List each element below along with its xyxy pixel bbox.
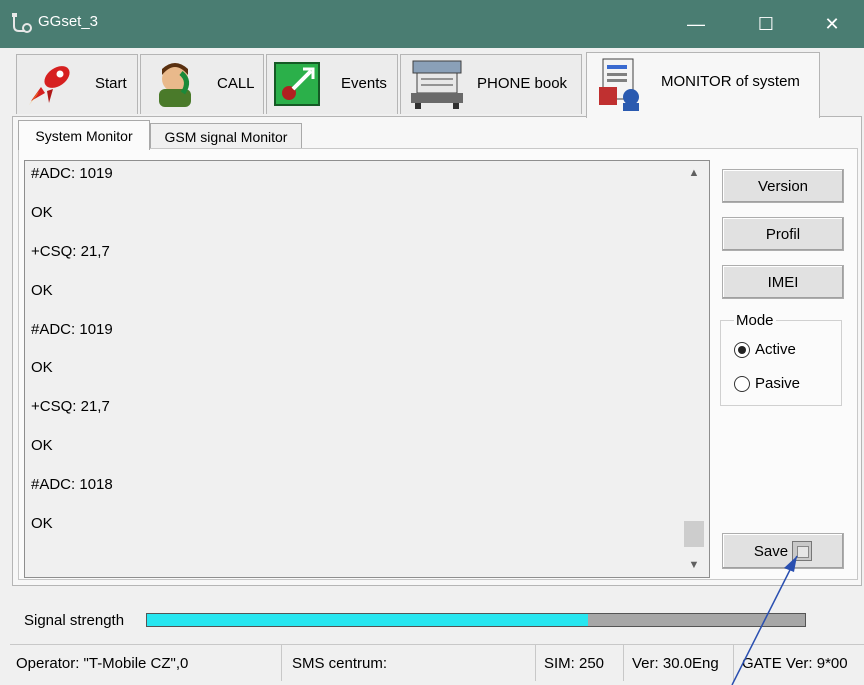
status-gate-version: GATE Ver: 9*00 (742, 654, 848, 672)
radio-unchecked-icon[interactable] (734, 375, 750, 392)
mode-groupbox (720, 320, 842, 406)
log-line: #ADC: 1018 (31, 476, 113, 493)
log-line: +CSQ: 21,7 (31, 243, 110, 260)
log-output[interactable]: #ADC: 1019 OK +CSQ: 21,7 OK #ADC: 1019 O… (24, 160, 710, 578)
radio-active[interactable]: Active (734, 341, 796, 358)
log-line: OK (31, 437, 53, 454)
title-bar[interactable]: GGset_3 — ☐ ✕ (0, 0, 864, 48)
status-sim: SIM: 250 (538, 645, 624, 681)
radio-pasive-label: Pasive (755, 375, 801, 392)
maximize-button[interactable]: ☐ (742, 0, 790, 48)
tab-start-label: Start (95, 75, 127, 92)
signal-strength-fill (147, 614, 588, 626)
log-line: #ADC: 1019 (31, 321, 113, 338)
signal-strength-bar (146, 613, 806, 627)
phone-call-icon (159, 63, 191, 107)
tab-events[interactable]: Events (266, 54, 398, 114)
status-operator: Operator: "T-Mobile CZ",0 (10, 645, 282, 681)
tab-monitor-of-system[interactable]: MONITOR of system (586, 52, 820, 118)
rocket-icon (29, 66, 70, 105)
app-icon (12, 13, 32, 33)
radio-pasive[interactable]: Pasive (734, 375, 800, 392)
app-window: GGset_3 — ☐ ✕ Start CALL Events PHONE bo… (0, 0, 864, 685)
log-scrollbar[interactable]: ▲ ▼ (680, 161, 708, 577)
phonebook-icon (411, 60, 463, 109)
tab-call-label: CALL (217, 75, 255, 92)
monitor-icon (599, 58, 639, 111)
log-line: OK (31, 515, 53, 532)
tab-phone-book[interactable]: PHONE book (400, 54, 582, 114)
signal-strength-label: Signal strength (24, 612, 125, 629)
tab-phone-book-label: PHONE book (477, 75, 568, 92)
events-icon (274, 62, 320, 106)
imei-button[interactable]: IMEI (722, 265, 844, 299)
tab-start[interactable]: Start (16, 54, 138, 114)
log-line: OK (31, 204, 53, 221)
window-title: GGset_3 (38, 13, 99, 30)
tab-gsm-signal-monitor[interactable]: GSM signal Monitor (150, 123, 302, 150)
log-line: OK (31, 359, 53, 376)
save-icon (792, 541, 813, 561)
scroll-down-arrow-icon[interactable]: ▼ (680, 553, 708, 577)
log-line: #ADC: 1019 (31, 165, 113, 182)
profil-button[interactable]: Profil (722, 217, 844, 251)
radio-checked-icon[interactable] (734, 341, 750, 358)
status-version: Ver: 30.0Eng (626, 645, 734, 681)
tab-system-monitor[interactable]: System Monitor (18, 120, 150, 150)
scroll-thumb[interactable] (684, 521, 704, 547)
log-line: OK (31, 282, 53, 299)
tab-monitor-label: MONITOR of system (661, 73, 800, 90)
mode-legend: Mode (734, 312, 776, 329)
radio-active-label: Active (755, 341, 796, 358)
close-button[interactable]: ✕ (808, 0, 856, 48)
minimize-button[interactable]: — (672, 0, 720, 48)
save-button[interactable]: Save (722, 533, 844, 569)
tab-call[interactable]: CALL (140, 54, 264, 114)
status-sms-centrum: SMS centrum: (286, 645, 536, 681)
log-line: +CSQ: 21,7 (31, 398, 110, 415)
version-button[interactable]: Version (722, 169, 844, 203)
tab-events-label: Events (341, 75, 387, 92)
scroll-up-arrow-icon[interactable]: ▲ (680, 161, 708, 185)
save-button-label: Save (753, 542, 789, 560)
